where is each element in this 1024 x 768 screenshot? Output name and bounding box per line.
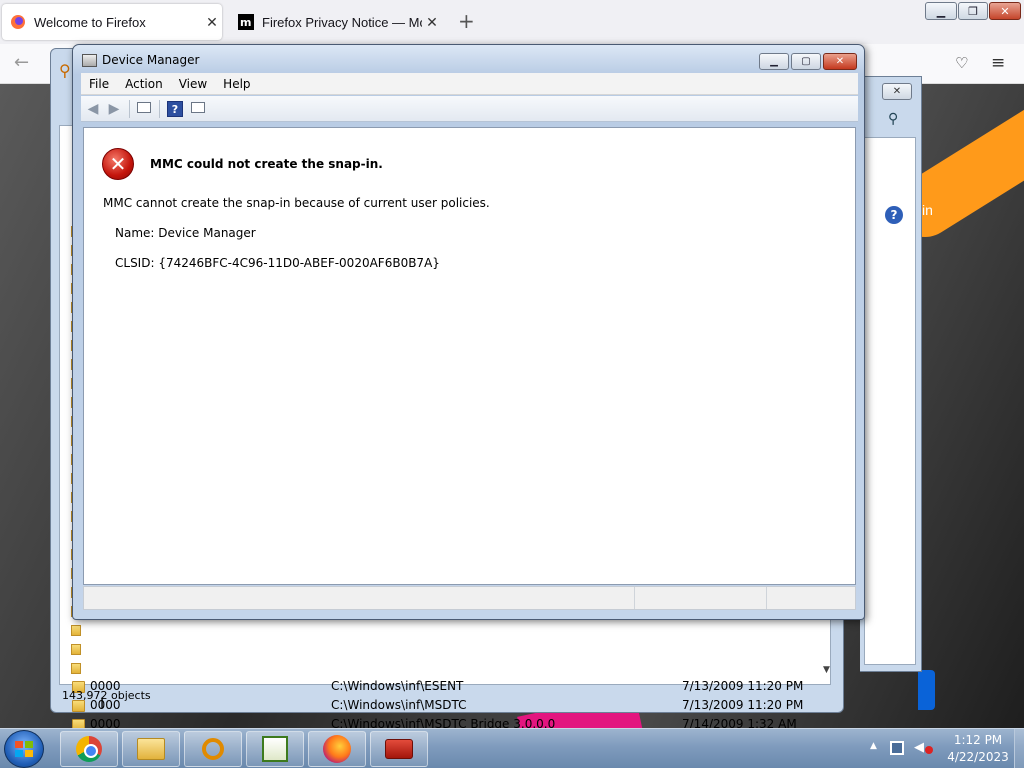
folder-icon — [71, 625, 81, 636]
taskbar-app-toolbox[interactable] — [370, 731, 428, 767]
mozilla-icon: m — [238, 14, 254, 30]
toolbar: ◀ ▶ ? — [81, 96, 858, 122]
snap-in-clsid: CLSID: {74246BFC-4C96-11D0-ABEF-0020AF6B… — [115, 256, 440, 270]
minimize-button[interactable]: ▁ — [759, 53, 789, 70]
menu-bar: File Action View Help — [81, 73, 858, 95]
console-tree-icon[interactable] — [135, 100, 153, 118]
search-icon: ⚲ — [59, 61, 71, 80]
error-title: MMC could not create the snap-in. — [150, 157, 383, 171]
taskbar-app-chrome[interactable] — [60, 731, 118, 767]
properties-icon[interactable] — [189, 100, 207, 118]
tab-label: Welcome to Firefox — [34, 14, 146, 30]
taskbar: ▲ ◀ 1:12 PM 4/22/2023 — [0, 728, 1024, 768]
device-manager-icon — [82, 54, 97, 67]
folder-icon — [71, 644, 81, 655]
firefox-tab-bar: Welcome to Firefox ✕ m Firefox Privacy N… — [0, 0, 1024, 44]
status-bar: 143,972 objects — [62, 689, 151, 702]
svg-text:m: m — [240, 16, 251, 29]
help-icon[interactable]: ? — [885, 206, 903, 224]
close-tab-icon[interactable]: ✕ — [422, 14, 442, 31]
menu-action[interactable]: Action — [117, 74, 171, 94]
folder-icon — [71, 663, 81, 674]
error-message: MMC cannot create the snap-in because of… — [103, 196, 490, 210]
page-button-edge[interactable] — [918, 670, 935, 710]
show-desktop-button[interactable] — [1014, 729, 1024, 768]
status-divider — [634, 587, 635, 609]
taskbar-app-explorer[interactable] — [122, 731, 180, 767]
new-tab-icon[interactable]: + — [458, 10, 475, 32]
menu-file[interactable]: File — [81, 74, 117, 94]
window-pane: ? — [864, 137, 916, 665]
editor-icon — [262, 736, 288, 762]
back-arrow-icon[interactable]: ← — [14, 52, 29, 73]
restore-button[interactable]: ❐ — [958, 2, 988, 20]
taskbar-app-search[interactable] — [184, 731, 242, 767]
clock-date[interactable]: 4/22/2023 — [943, 750, 1013, 764]
firefox-icon — [11, 15, 25, 29]
window-title: Device Manager — [102, 53, 200, 67]
forward-arrow-icon[interactable]: ▶ — [105, 100, 123, 118]
toolbar-divider — [159, 100, 160, 118]
page-text-fragment: in — [922, 202, 933, 218]
menu-view[interactable]: View — [171, 74, 215, 94]
taskbar-app-firefox[interactable] — [308, 731, 366, 767]
search-icon — [202, 738, 224, 760]
scroll-down-icon[interactable]: ▼ — [823, 665, 830, 675]
error-icon: ✕ — [102, 148, 134, 180]
minimize-button[interactable]: ▁ — [925, 2, 957, 20]
toolbox-icon — [385, 739, 413, 759]
device-manager-window: Device Manager ▁ ▢ ✕ File Action View He… — [72, 44, 865, 620]
chrome-icon — [76, 736, 102, 762]
snap-in-name: Name: Device Manager — [115, 226, 256, 240]
back-arrow-icon[interactable]: ◀ — [84, 100, 102, 118]
hamburger-menu-icon[interactable]: ≡ — [991, 53, 1005, 73]
mute-badge-icon — [925, 746, 933, 754]
close-tab-icon[interactable]: ✕ — [202, 14, 222, 31]
firefox-icon — [323, 735, 351, 763]
explorer-icon — [137, 738, 165, 760]
snap-in-error-pane: ✕ MMC could not create the snap-in. MMC … — [83, 127, 856, 585]
background-window-right: ✕ ⚲ ? — [860, 76, 922, 672]
close-button[interactable]: ✕ — [882, 83, 912, 100]
toolbar-divider — [129, 100, 130, 118]
menu-help[interactable]: Help — [215, 74, 258, 94]
text-cursor-icon: I — [100, 696, 105, 712]
show-hidden-icons-icon[interactable]: ▲ — [870, 741, 877, 751]
start-button[interactable] — [4, 730, 44, 768]
tab-welcome-to-firefox[interactable]: Welcome to Firefox ✕ — [2, 4, 222, 40]
close-button[interactable]: ✕ — [823, 53, 857, 70]
search-icon[interactable]: ⚲ — [888, 111, 898, 127]
help-icon[interactable]: ? — [167, 101, 183, 117]
close-button[interactable]: ✕ — [989, 2, 1021, 20]
tab-label: Firefox Privacy Notice — Mozilla — [262, 14, 422, 30]
clock-time[interactable]: 1:12 PM — [948, 733, 1008, 747]
maximize-button[interactable]: ▢ — [791, 53, 821, 70]
tab-firefox-privacy-notice[interactable]: m Firefox Privacy Notice — Mozilla ✕ — [230, 4, 442, 40]
status-bar — [83, 586, 856, 610]
windows-logo-icon — [15, 741, 33, 757]
status-divider — [766, 587, 767, 609]
volume-icon[interactable]: ◀ — [914, 740, 924, 755]
network-icon[interactable] — [890, 741, 904, 755]
pocket-icon[interactable]: ♡ — [955, 54, 968, 72]
taskbar-app-editor[interactable] — [246, 731, 304, 767]
